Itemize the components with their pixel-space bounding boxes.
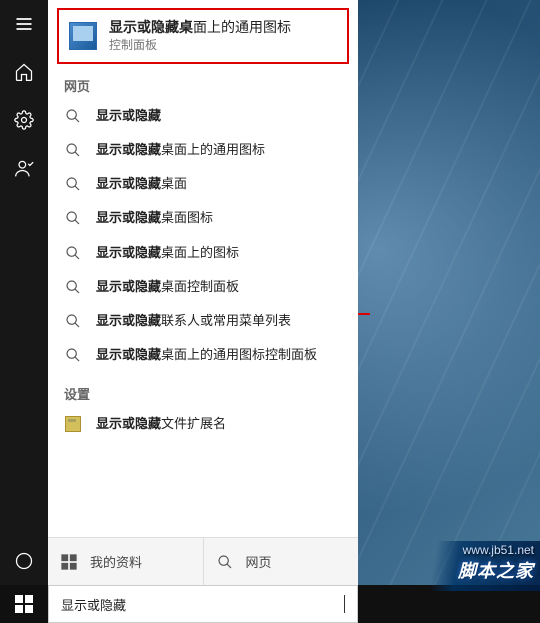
web-result[interactable]: 显示或隐藏桌面上的通用图标 xyxy=(48,133,358,167)
result-text: 显示或隐藏桌面上的通用图标控制面板 xyxy=(96,346,317,364)
result-text: 显示或隐藏桌面图标 xyxy=(96,209,213,227)
control-panel-icon xyxy=(69,22,97,50)
web-result[interactable]: 显示或隐藏桌面图标 xyxy=(48,201,358,235)
file-icon xyxy=(64,415,82,433)
search-input-bar[interactable] xyxy=(48,585,358,623)
text-caret xyxy=(344,595,345,613)
web-result[interactable]: 显示或隐藏桌面 xyxy=(48,167,358,201)
search-icon xyxy=(64,312,82,330)
best-match-title: 显示或隐藏桌面上的通用图标 xyxy=(109,18,291,36)
tab-web[interactable]: 网页 xyxy=(203,538,359,585)
home-button[interactable] xyxy=(0,48,48,96)
hamburger-menu-button[interactable] xyxy=(0,0,48,48)
web-result[interactable]: 显示或隐藏 xyxy=(48,99,358,133)
search-icon xyxy=(64,141,82,159)
search-icon xyxy=(64,346,82,364)
search-icon xyxy=(64,107,82,125)
result-text: 显示或隐藏 xyxy=(96,107,161,125)
best-match-result[interactable]: 显示或隐藏桌面上的通用图标 控制面板 xyxy=(57,8,349,64)
search-icon xyxy=(216,553,234,571)
search-input[interactable] xyxy=(61,597,344,612)
result-text: 显示或隐藏桌面控制面板 xyxy=(96,278,239,296)
start-sidebar xyxy=(0,0,48,585)
result-text: 显示或隐藏桌面上的通用图标 xyxy=(96,141,265,159)
section-settings-label: 设置 xyxy=(48,372,358,407)
result-text: 显示或隐藏文件扩展名 xyxy=(96,415,226,433)
tab-my-stuff[interactable]: 我的资料 xyxy=(48,538,203,585)
result-text: 显示或隐藏桌面上的图标 xyxy=(96,244,239,262)
cortana-circle-button[interactable] xyxy=(0,537,48,585)
search-icon xyxy=(64,175,82,193)
web-result[interactable]: 显示或隐藏桌面上的通用图标控制面板 xyxy=(48,338,358,372)
search-icon xyxy=(64,244,82,262)
web-result[interactable]: 显示或隐藏桌面上的图标 xyxy=(48,236,358,270)
search-icon xyxy=(64,278,82,296)
start-button[interactable] xyxy=(0,585,48,623)
settings-result[interactable]: 显示或隐藏文件扩展名 xyxy=(48,407,358,441)
web-result[interactable]: 显示或隐藏联系人或常用菜单列表 xyxy=(48,304,358,338)
account-button[interactable] xyxy=(0,144,48,192)
search-results-panel: 显示或隐藏桌面上的通用图标 控制面板 网页 显示或隐藏显示或隐藏桌面上的通用图标… xyxy=(48,0,358,585)
result-text: 显示或隐藏桌面 xyxy=(96,175,187,193)
windows-icon xyxy=(60,553,78,571)
web-result[interactable]: 显示或隐藏桌面控制面板 xyxy=(48,270,358,304)
tab-my-stuff-label: 我的资料 xyxy=(90,552,142,571)
search-filter-tabs: 我的资料 网页 xyxy=(48,537,358,585)
result-text: 显示或隐藏联系人或常用菜单列表 xyxy=(96,312,291,330)
windows-logo-icon xyxy=(15,595,33,613)
search-icon xyxy=(64,209,82,227)
settings-gear-button[interactable] xyxy=(0,96,48,144)
section-web-label: 网页 xyxy=(48,64,358,99)
best-match-subtitle: 控制面板 xyxy=(109,38,291,54)
tab-web-label: 网页 xyxy=(246,552,272,571)
